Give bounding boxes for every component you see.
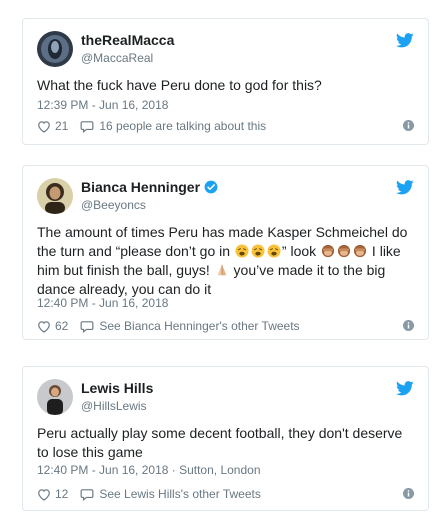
folded-hands-emoji	[217, 264, 227, 276]
user-handle[interactable]: @Beeyoncs	[81, 198, 218, 212]
avatar[interactable]	[37, 178, 73, 214]
tweet-text: Peru actually play some decent football,…	[37, 425, 403, 460]
info-icon[interactable]	[403, 120, 414, 131]
author-names[interactable]: Lewis Hills @HillsLewis	[81, 380, 153, 413]
tweet-timestamp[interactable]: 12:39 PM - Jun 16, 2018	[37, 98, 168, 112]
display-name[interactable]: Lewis Hills	[81, 380, 153, 396]
like-count[interactable]: 62	[55, 319, 68, 333]
tweet-timestamp[interactable]: 12:40 PM - Jun 16, 2018	[37, 296, 168, 310]
info-icon[interactable]	[403, 488, 414, 499]
tweet-actions: 62 See Bianca Henninger's other Tweets	[37, 317, 414, 335]
tweet-text: The amount of times Peru has made Kasper…	[37, 223, 414, 299]
avatar[interactable]	[37, 31, 73, 67]
display-name[interactable]: Bianca Henninger	[81, 179, 218, 195]
tweet-timestamp[interactable]: 12:40 PM - Jun 16, 2018 · Sutton, London	[37, 463, 261, 477]
speech-bubble-icon[interactable]	[80, 320, 94, 333]
info-icon[interactable]	[403, 320, 414, 331]
tweet-card[interactable]: Lewis Hills @HillsLewis Peru actually pl…	[22, 366, 429, 511]
user-handle[interactable]: @HillsLewis	[81, 399, 153, 413]
conversation-link[interactable]: 16 people are talking about this	[99, 119, 266, 133]
see-no-evil-monkey-emoji	[321, 244, 335, 258]
tweet-card[interactable]: theRealMacca @MaccaReal What the fuck ha…	[22, 18, 429, 145]
tweet-text: What the fuck have Peru done to god for …	[37, 77, 322, 93]
user-handle[interactable]: @MaccaReal	[81, 51, 174, 65]
display-name[interactable]: theRealMacca	[81, 32, 174, 48]
heart-icon[interactable]	[37, 488, 51, 501]
verified-badge-icon	[204, 180, 218, 194]
weary-face-emoji	[235, 244, 249, 258]
tweet-header: Lewis Hills @HillsLewis	[37, 379, 414, 415]
twitter-bird-icon[interactable]	[396, 381, 414, 396]
avatar[interactable]	[37, 379, 73, 415]
speech-bubble-icon[interactable]	[80, 488, 94, 501]
heart-icon[interactable]	[37, 320, 51, 333]
twitter-bird-icon[interactable]	[396, 33, 414, 48]
twitter-bird-icon[interactable]	[396, 180, 414, 195]
see-no-evil-monkey-emoji	[353, 244, 367, 258]
tweet-text-part: The amount of times Peru has made Kasper…	[37, 224, 408, 259]
tweet-card[interactable]: Bianca Henninger @Beeyoncs The amount of…	[22, 165, 429, 340]
speech-bubble-icon[interactable]	[80, 120, 94, 133]
tweet-actions: 12 See Lewis Hills's other Tweets	[37, 485, 414, 503]
author-names[interactable]: theRealMacca @MaccaReal	[81, 32, 174, 65]
weary-face-emoji	[267, 244, 281, 258]
weary-face-emoji	[251, 244, 265, 258]
tweet-text-part: ” look	[281, 243, 321, 259]
display-name-text: Bianca Henninger	[81, 179, 201, 195]
other-tweets-link[interactable]: See Bianca Henninger's other Tweets	[99, 319, 299, 333]
like-count[interactable]: 12	[55, 487, 68, 501]
see-no-evil-monkey-emoji	[337, 244, 351, 258]
other-tweets-link[interactable]: See Lewis Hills's other Tweets	[99, 487, 260, 501]
tweet-header: theRealMacca @MaccaReal	[37, 31, 414, 67]
author-names[interactable]: Bianca Henninger @Beeyoncs	[81, 179, 218, 212]
tweet-actions: 21 16 people are talking about this	[37, 117, 414, 135]
tweet-header: Bianca Henninger @Beeyoncs	[37, 178, 414, 214]
like-count[interactable]: 21	[55, 119, 68, 133]
heart-icon[interactable]	[37, 120, 51, 133]
